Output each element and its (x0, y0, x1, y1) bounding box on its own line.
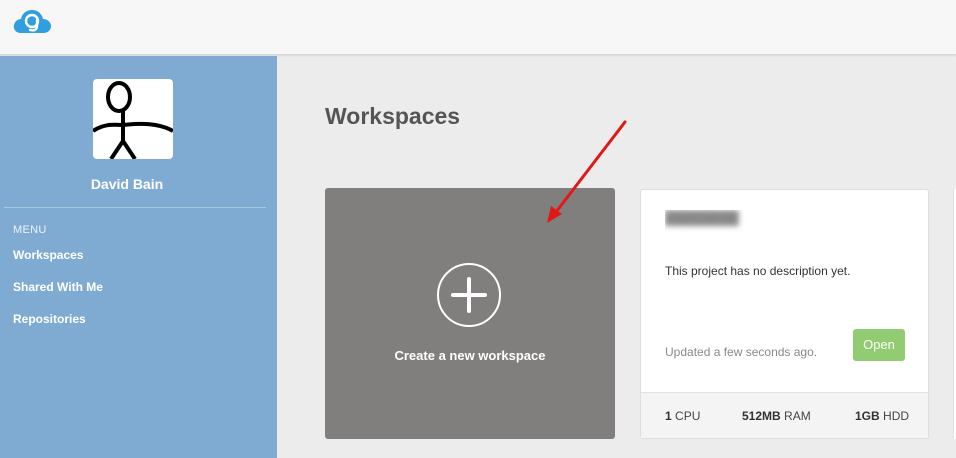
sidebar-item-repositories[interactable]: Repositories (13, 312, 86, 326)
user-name: David Bain (90, 176, 164, 192)
menu-section-label: MENU (13, 224, 47, 236)
sidebar-item-shared-with-me[interactable]: Shared With Me (13, 280, 103, 294)
plus-circle-icon (437, 263, 501, 327)
cpu-spec: 1 CPU (665, 409, 701, 423)
workspace-specs: 1 CPU 512MB RAM 1GB HDD (641, 392, 928, 438)
workspace-description: This project has no description yet. (665, 264, 851, 278)
sidebar-divider (4, 207, 266, 208)
ram-spec: 512MB RAM (742, 409, 811, 423)
create-workspace-card[interactable]: Create a new workspace (325, 188, 615, 439)
top-bar (0, 0, 956, 55)
workspace-title-text: ████████ (665, 210, 739, 225)
open-workspace-button[interactable]: Open (853, 329, 905, 361)
stick-figure-avatar-icon (93, 81, 173, 159)
sidebar-item-workspaces[interactable]: Workspaces (13, 248, 83, 262)
sidebar: David Bain MENU Workspaces Shared With M… (0, 56, 277, 458)
avatar[interactable] (93, 79, 173, 159)
main-content: Workspaces Create a new workspace ██████… (277, 56, 956, 458)
create-workspace-label: Create a new workspace (394, 348, 546, 363)
cloud9-logo-icon[interactable] (12, 7, 52, 35)
hdd-spec: 1GB HDD (855, 409, 910, 423)
workspace-title[interactable]: ████████ (665, 210, 789, 232)
workspace-updated-time: Updated a few seconds ago. (665, 345, 818, 359)
workspace-card: ████████ This project has no description… (640, 189, 929, 439)
page-title: Workspaces (325, 103, 461, 129)
